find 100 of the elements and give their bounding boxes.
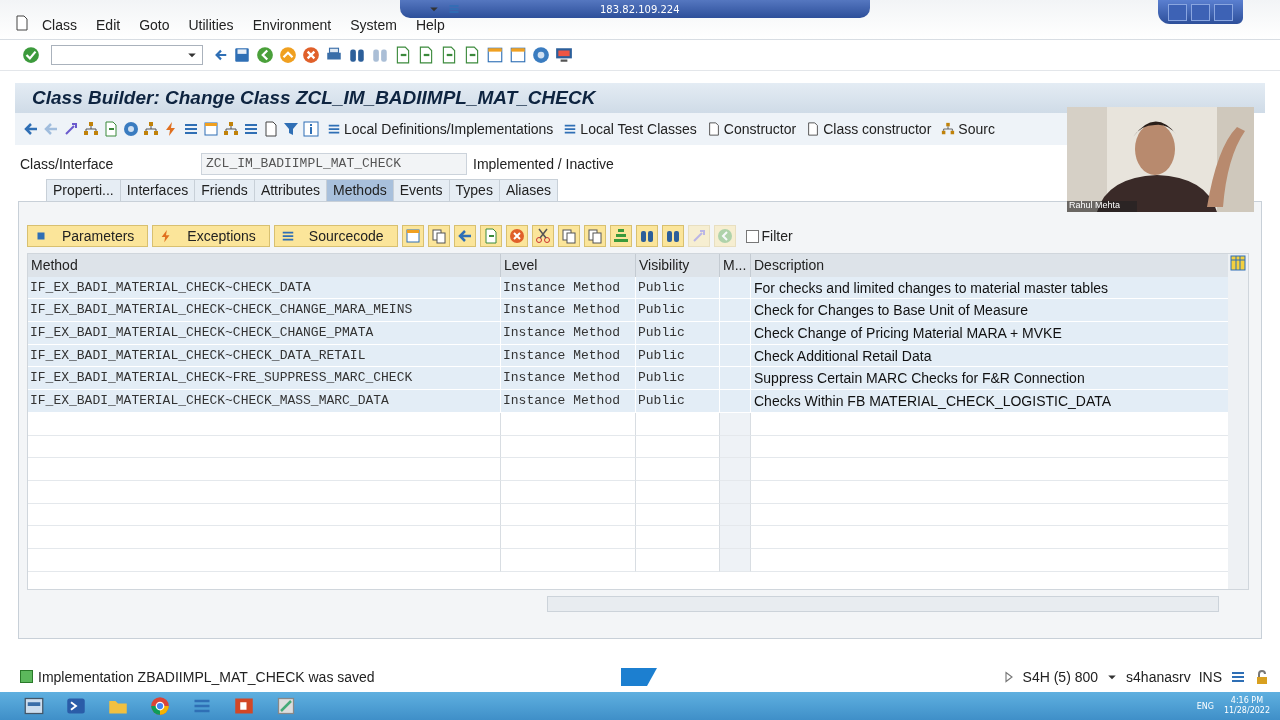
horizontal-scrollbar[interactable] bbox=[547, 596, 1219, 612]
table-cell bbox=[720, 435, 751, 459]
column-header[interactable]: M... bbox=[720, 254, 751, 277]
toolbar-button[interactable]: Local Definitions/Implementations bbox=[325, 121, 556, 137]
table-cell: IF_EX_BADI_MATERIAL_CHECK~CHECK_CHANGE_PMATA bbox=[28, 322, 501, 345]
table-cell: For checks and limited changes to material master tables bbox=[751, 276, 1228, 300]
menu-item[interactable]: Class bbox=[42, 17, 77, 33]
toolbar-button[interactable]: Sourc bbox=[939, 121, 997, 137]
table-cell: Public bbox=[636, 390, 720, 413]
table-cell: Public bbox=[636, 344, 720, 368]
close-icon[interactable] bbox=[1214, 3, 1233, 21]
document-icon[interactable] bbox=[263, 121, 279, 137]
table-cell bbox=[720, 412, 751, 436]
table-cell: Instance Method bbox=[501, 299, 636, 323]
monitor-icon[interactable] bbox=[555, 46, 573, 64]
table-cell: Check Additional Retail Data bbox=[751, 344, 1228, 368]
toolbar-button[interactable]: Parameters bbox=[27, 225, 149, 247]
table-cell bbox=[720, 548, 751, 572]
ip-address: 183.82.109.224 bbox=[600, 3, 680, 15]
table-cell bbox=[720, 503, 751, 527]
find-next-icon[interactable] bbox=[664, 228, 681, 244]
save-icon[interactable] bbox=[233, 46, 251, 64]
hierarchy-icon[interactable] bbox=[223, 121, 239, 137]
minimize-icon[interactable] bbox=[1168, 3, 1187, 21]
clock-time: 4:16 PM bbox=[1230, 696, 1264, 706]
layout-icon[interactable] bbox=[1230, 255, 1246, 271]
tab[interactable]: Types bbox=[448, 179, 500, 201]
system-info[interactable]: S4H (5) 800 bbox=[1022, 668, 1099, 685]
column-header[interactable]: Description bbox=[751, 254, 1228, 277]
cancel-icon[interactable] bbox=[302, 46, 320, 64]
vertical-scrollbar[interactable] bbox=[1228, 254, 1248, 589]
menu-item[interactable]: Goto bbox=[139, 17, 170, 33]
tab[interactable]: Events bbox=[392, 179, 450, 201]
table-cell: IF_EX_BADI_MATERIAL_CHECK~FRE_SUPPRESS_MARC_CHECK bbox=[28, 367, 501, 391]
screen-title: Class Builder: Change Class ZCL_IM_BADIIMPL_MAT_CHECK bbox=[15, 83, 1265, 113]
table-cell: Public bbox=[636, 276, 720, 300]
menu-item[interactable]: Edit bbox=[96, 17, 121, 33]
browser-icon[interactable] bbox=[150, 696, 170, 716]
find-icon[interactable] bbox=[348, 46, 366, 64]
document-icon bbox=[806, 122, 821, 136]
menu-icon[interactable] bbox=[14, 15, 30, 31]
toolbar-button[interactable]: Local Test Classes bbox=[561, 121, 699, 137]
column-header[interactable]: Visibility bbox=[636, 254, 720, 277]
document-icon bbox=[706, 122, 721, 136]
toolbar-button[interactable]: Class constructor bbox=[804, 121, 934, 137]
presentation-icon[interactable] bbox=[234, 696, 254, 716]
terminal-icon[interactable] bbox=[66, 696, 86, 716]
checkbox[interactable] bbox=[745, 229, 759, 243]
table-cell: Public bbox=[636, 367, 720, 391]
checkbox-label: Filter bbox=[761, 228, 793, 244]
column-header[interactable]: Level bbox=[501, 254, 636, 277]
table-cell bbox=[720, 299, 751, 323]
back-arrow-icon[interactable] bbox=[23, 121, 39, 137]
tab[interactable]: Attributes bbox=[253, 179, 327, 201]
copy-icon[interactable] bbox=[560, 228, 577, 244]
copy-icon[interactable] bbox=[430, 228, 447, 244]
participant-name: Rahul Mehta bbox=[1069, 200, 1121, 210]
menu-item[interactable]: System bbox=[350, 17, 397, 33]
paste-icon[interactable] bbox=[586, 228, 603, 244]
table-cell: IF_EX_BADI_MATERIAL_CHECK~CHECK_DATA bbox=[28, 276, 501, 300]
table-cell bbox=[720, 526, 751, 549]
menu-item[interactable]: Help bbox=[415, 17, 445, 33]
tab[interactable]: Aliases bbox=[498, 179, 559, 201]
filter-icon[interactable] bbox=[283, 121, 299, 137]
toolbar-button[interactable]: Sourcecode bbox=[273, 225, 398, 247]
table-cell bbox=[720, 480, 751, 504]
enter-icon[interactable] bbox=[22, 46, 40, 64]
menu-item[interactable]: Environment bbox=[252, 17, 332, 33]
table-cell: Instance Method bbox=[501, 322, 636, 345]
list-icon[interactable] bbox=[243, 121, 259, 137]
table-cell: IF_EX_BADI_MATERIAL_CHECK~CHECK_DATA_RETAIL bbox=[28, 344, 501, 368]
menu-item[interactable]: Utilities bbox=[188, 17, 234, 33]
tab[interactable]: Methods bbox=[326, 179, 394, 201]
table-cell bbox=[720, 390, 751, 413]
command-field[interactable] bbox=[51, 45, 203, 65]
class-name-field[interactable]: ZCL_IM_BADIIMPL_MAT_CHECK bbox=[201, 153, 467, 175]
toolbar-button[interactable]: Constructor bbox=[704, 121, 799, 137]
find-icon[interactable] bbox=[638, 228, 655, 244]
toolbar-button[interactable]: Exceptions bbox=[152, 225, 270, 247]
table-cell: Instance Method bbox=[501, 367, 636, 391]
table-cell bbox=[720, 367, 751, 391]
tab[interactable]: Friends bbox=[194, 179, 255, 201]
back-icon[interactable] bbox=[256, 46, 274, 64]
table-cell bbox=[720, 344, 751, 368]
tab[interactable]: Properti... bbox=[46, 179, 121, 201]
expand-icon[interactable] bbox=[1002, 669, 1015, 684]
hierarchy-icon bbox=[941, 122, 956, 136]
restore-icon[interactable] bbox=[1191, 3, 1210, 21]
table-cell: Suppress Certain MARC Checks for F&R Connection bbox=[751, 367, 1228, 391]
column-header[interactable]: Method bbox=[28, 254, 501, 277]
info-icon[interactable] bbox=[303, 121, 319, 137]
table-cell: Instance Method bbox=[501, 390, 636, 413]
server-name: s4hanasrv bbox=[1126, 668, 1191, 685]
tab[interactable]: Interfaces bbox=[119, 179, 196, 201]
start-icon[interactable] bbox=[24, 696, 44, 716]
input-mode: INS bbox=[1198, 668, 1222, 685]
field-label: Class/Interface bbox=[20, 156, 115, 172]
clock-date: 11/28/2022 bbox=[1223, 706, 1270, 716]
table-cell: Checks Within FB MATERIAL_CHECK_LOGISTIC_DATA bbox=[751, 390, 1228, 413]
cut-icon[interactable] bbox=[534, 228, 551, 244]
